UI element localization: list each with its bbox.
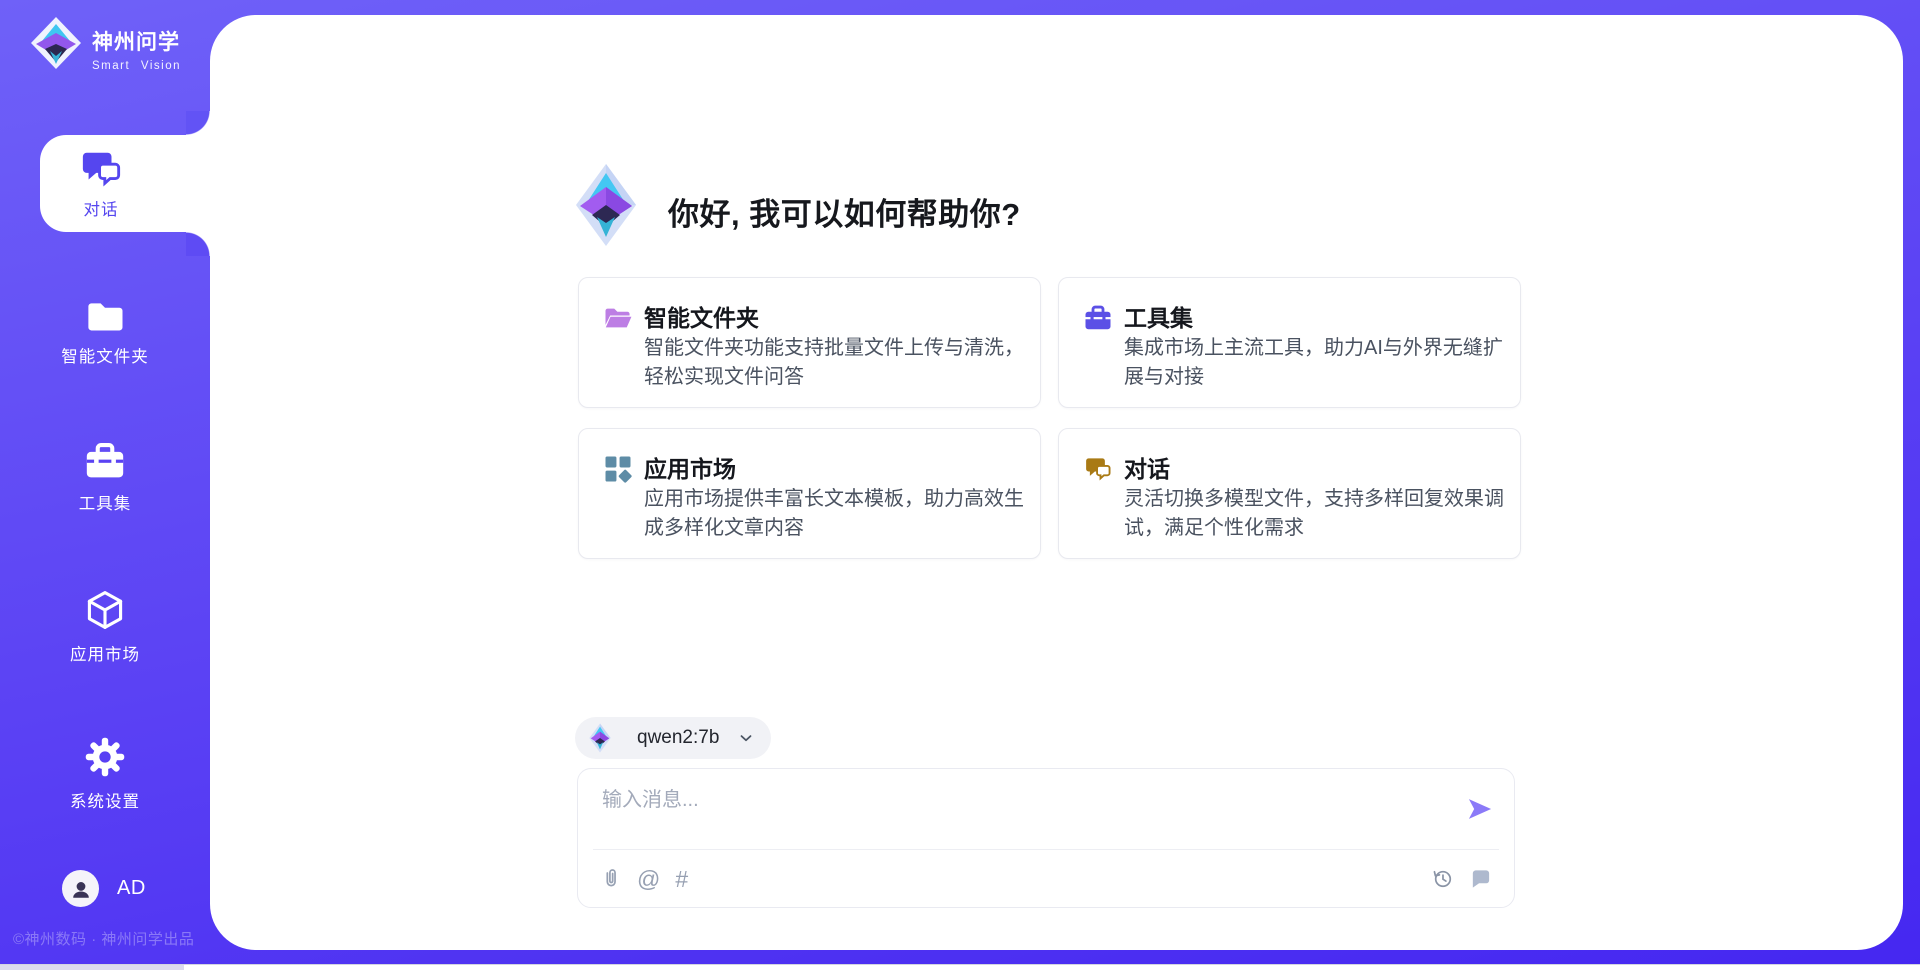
card-description: 应用市场提供丰富长文本模板，助力高效生成多样化文章内容: [644, 485, 1026, 543]
apps-grid-icon: [603, 454, 633, 484]
app-name: 神州问学: [92, 26, 181, 56]
sidebar-item-smart-folder[interactable]: 智能文件夹: [0, 298, 210, 367]
feature-card-toolkit[interactable]: 工具集 集成市场上主流工具，助力AI与外界无缝扩展与对接: [1058, 277, 1521, 408]
greeting-heading: 你好, 我可以如何帮助你?: [668, 189, 1021, 234]
composer: @ #: [577, 768, 1515, 908]
card-title: 应用市场: [644, 450, 736, 484]
folder-open-icon: [603, 303, 633, 333]
tab-fillet-top: [186, 111, 210, 135]
briefcase-icon: [83, 441, 127, 481]
message-icon: [1469, 867, 1492, 890]
attach-file-button[interactable]: [600, 867, 622, 891]
composer-toolbar: @ #: [578, 850, 1514, 907]
sidebar-item-chat[interactable]: 对话: [40, 148, 162, 220]
model-name: qwen2:7b: [623, 727, 725, 749]
at-sign-icon: @: [637, 867, 660, 891]
main-panel: 你好, 我可以如何帮助你? 智能文件夹 智能文件夹功能支持批量文件上传与清洗，轻…: [210, 15, 1903, 950]
copyright-text: ©神州数码 · 神州问学出品: [13, 928, 194, 949]
app-root: 你好, 我可以如何帮助你? 智能文件夹 智能文件夹功能支持批量文件上传与清洗，轻…: [0, 0, 1920, 970]
sidebar-item-app-market[interactable]: 应用市场: [0, 588, 210, 665]
sidebar-diamond-logo: [30, 16, 82, 70]
cube-icon: [83, 588, 127, 632]
send-icon: [1466, 795, 1494, 823]
user-profile[interactable]: AD: [62, 870, 146, 907]
message-input[interactable]: [602, 783, 1442, 841]
history-icon: [1431, 867, 1454, 890]
sidebar-item-label: 应用市场: [70, 641, 140, 665]
folder-icon: [84, 298, 126, 334]
scrollbar-left-segment: [0, 965, 184, 970]
chat-bubbles-icon: [78, 148, 124, 190]
sidebar: 神州问学 Smart Vision 对话 智能文件夹: [0, 0, 210, 970]
card-description: 集成市场上主流工具，助力AI与外界无缝扩展与对接: [1124, 334, 1506, 392]
user-name: AD: [117, 877, 146, 900]
quick-reply-button[interactable]: [1469, 867, 1492, 890]
send-button[interactable]: [1466, 795, 1494, 823]
card-title: 智能文件夹: [644, 299, 759, 333]
card-description: 灵活切换多模型文件，支持多样回复效果调试，满足个性化需求: [1124, 485, 1506, 543]
hash-icon: #: [675, 867, 688, 891]
app-logo: 神州问学 Smart Vision: [30, 16, 181, 72]
tab-fillet-bottom: [186, 232, 210, 256]
sidebar-item-toolkit[interactable]: 工具集: [0, 441, 210, 514]
logo-text: 神州问学 Smart Vision: [92, 16, 181, 72]
model-logo-icon: [589, 723, 611, 753]
card-description: 智能文件夹功能支持批量文件上传与清洗，轻松实现文件问答: [644, 334, 1026, 392]
horizontal-scrollbar[interactable]: [0, 964, 1920, 970]
card-title: 工具集: [1124, 299, 1193, 333]
history-button[interactable]: [1431, 867, 1454, 890]
app-tagline: Smart Vision: [92, 60, 181, 72]
sidebar-item-settings[interactable]: 系统设置: [0, 735, 210, 812]
feature-card-chat[interactable]: 对话 灵活切换多模型文件，支持多样回复效果调试，满足个性化需求: [1058, 428, 1521, 559]
paperclip-icon: [600, 867, 622, 891]
chevron-down-icon: [737, 729, 755, 747]
model-selector[interactable]: qwen2:7b: [575, 717, 771, 759]
avatar: [62, 870, 99, 907]
topic-button[interactable]: #: [675, 867, 688, 891]
sidebar-item-label: 工具集: [79, 490, 132, 514]
sidebar-item-label: 对话: [84, 196, 119, 220]
feature-card-app-market[interactable]: 应用市场 应用市场提供丰富长文本模板，助力高效生成多样化文章内容: [578, 428, 1041, 559]
mention-button[interactable]: @: [637, 867, 660, 891]
sidebar-item-label: 系统设置: [70, 788, 140, 812]
briefcase-icon: [1083, 303, 1113, 333]
card-title: 对话: [1124, 450, 1170, 484]
sidebar-item-label: 智能文件夹: [61, 343, 149, 367]
chat-bubbles-icon: [1083, 454, 1113, 484]
gear-icon: [83, 735, 127, 779]
person-icon: [70, 878, 92, 900]
feature-card-smart-folder[interactable]: 智能文件夹 智能文件夹功能支持批量文件上传与清洗，轻松实现文件问答: [578, 277, 1041, 408]
brand-diamond-logo: [575, 163, 637, 247]
